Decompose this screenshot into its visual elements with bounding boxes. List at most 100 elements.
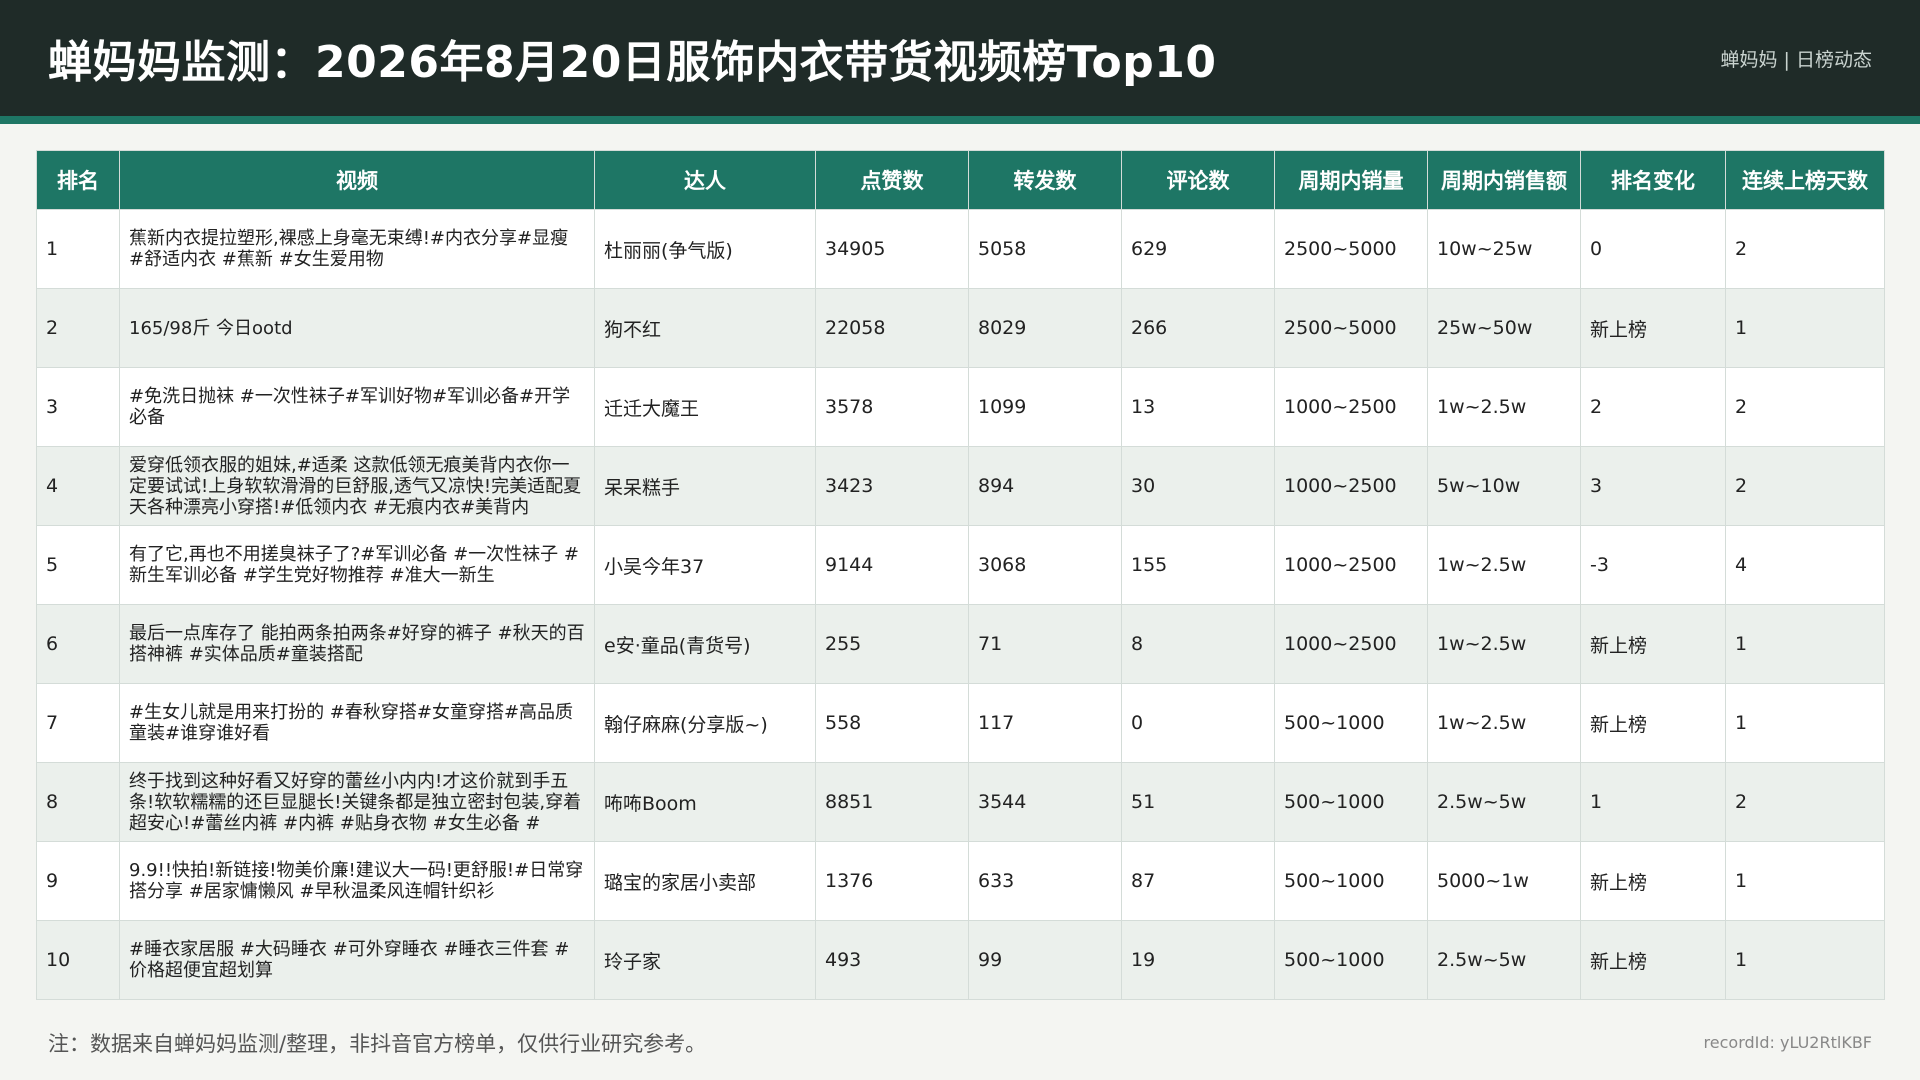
cell-creator-text: 迁迁大魔王 — [604, 397, 700, 420]
cell-shares-text: 99 — [978, 949, 1003, 971]
cell-shares: 3544 — [968, 762, 1122, 842]
ranking-table-container: 排名 视频 达人 点赞数 转发数 评论数 周期内销量 周期内销售额 排名变化 连… — [36, 150, 1885, 1000]
cell-creator-text: 咘咘Boom — [604, 792, 697, 815]
cell-sales: 1000~2500 — [1274, 446, 1428, 526]
cell-creator[interactable]: 呆呆糕手 — [594, 446, 816, 526]
cell-likes-text: 9144 — [825, 554, 874, 576]
col-header-comments[interactable]: 评论数 — [1121, 150, 1275, 210]
cell-video[interactable]: 有了它,再也不用搓臭袜子了?#军训必备 #一次性袜子 #新生军训必备 #学生党好… — [119, 525, 595, 605]
cell-rank-change: 1 — [1580, 762, 1726, 842]
cell-video[interactable]: 165/98斤 今日ootd — [119, 288, 595, 368]
cell-video[interactable]: #免洗日抛袜 #一次性袜子#军训好物#军训必备#开学必备 — [119, 367, 595, 447]
cell-likes-text: 22058 — [825, 317, 886, 339]
cell-creator[interactable]: 狗不红 — [594, 288, 816, 368]
cell-likes: 3423 — [815, 446, 969, 526]
table-row[interactable]: 10 #睡衣家居服 #大码睡衣 #可外穿睡衣 #睡衣三件套 #价格超便宜超划算 玲子… — [36, 920, 1885, 1000]
cell-video-text: 9.9!!快拍!新链接!物美价廉!建议大一码!更舒服!#日常穿搭分享 #居家慵懒… — [129, 860, 584, 902]
cell-likes-text: 558 — [825, 712, 862, 734]
cell-comments-text: 8 — [1131, 633, 1144, 655]
cell-creator-text: 小吴今年37 — [604, 555, 705, 578]
cell-rank: 1 — [36, 209, 120, 289]
cell-sales: 1000~2500 — [1274, 367, 1428, 447]
col-header-rank-change[interactable]: 排名变化 — [1580, 150, 1726, 210]
cell-shares-text: 117 — [978, 712, 1015, 734]
cell-creator[interactable]: 迁迁大魔王 — [594, 367, 816, 447]
cell-creator[interactable]: 玲子家 — [594, 920, 816, 1000]
cell-creator[interactable]: 翰仔麻麻(分享版~) — [594, 683, 816, 763]
cell-consecutive-days-text: 2 — [1735, 396, 1748, 418]
cell-video-text: #免洗日抛袜 #一次性袜子#军训好物#军训必备#开学必备 — [129, 386, 571, 428]
col-header-sales[interactable]: 周期内销量 — [1274, 150, 1428, 210]
cell-revenue-text: 1w~2.5w — [1437, 396, 1527, 418]
table-row[interactable]: 1 蕉新内衣提拉塑形,裸感上身毫无束缚!#内衣分享#显瘦 #舒适内衣 #蕉新 #女… — [36, 209, 1885, 289]
cell-comments: 0 — [1121, 683, 1275, 763]
cell-sales-text: 1000~2500 — [1284, 554, 1397, 576]
col-header-consecutive-days[interactable]: 连续上榜天数 — [1725, 150, 1885, 210]
cell-video-text: 爱穿低领衣服的姐妹,#适柔 这款低领无痕美背内衣你一定要试试!上身软软滑滑的巨舒… — [129, 454, 582, 518]
table-row[interactable]: 4 爱穿低领衣服的姐妹,#适柔 这款低领无痕美背内衣你一定要试试!上身软软滑滑的巨… — [36, 446, 1885, 526]
cell-video[interactable]: 最后一点库存了 能拍两条拍两条#好穿的裤子 #秋天的百搭神裤 #实体品质#童装搭… — [119, 604, 595, 684]
cell-comments: 87 — [1121, 841, 1275, 921]
cell-revenue-text: 1w~2.5w — [1437, 712, 1527, 734]
cell-consecutive-days: 1 — [1725, 288, 1885, 368]
table-row[interactable]: 6 最后一点库存了 能拍两条拍两条#好穿的裤子 #秋天的百搭神裤 #实体品质#童装… — [36, 604, 1885, 684]
cell-video[interactable]: #生女儿就是用来打扮的 #春秋穿搭#女童穿搭#高品质童装#谁穿谁好看 — [119, 683, 595, 763]
cell-revenue-text: 10w~25w — [1437, 238, 1533, 260]
table-row[interactable]: 3 #免洗日抛袜 #一次性袜子#军训好物#军训必备#开学必备 迁迁大魔王 3578 10… — [36, 367, 1885, 447]
col-header-video[interactable]: 视频 — [119, 150, 595, 210]
cell-revenue: 2.5w~5w — [1427, 762, 1581, 842]
cell-sales-text: 1000~2500 — [1284, 475, 1397, 497]
cell-revenue: 1w~2.5w — [1427, 683, 1581, 763]
cell-creator[interactable]: 璐宝的家居小卖部 — [594, 841, 816, 921]
cell-creator[interactable]: 杜丽丽(争气版) — [594, 209, 816, 289]
table-row[interactable]: 9 9.9!!快拍!新链接!物美价廉!建议大一码!更舒服!#日常穿搭分享 #居家慵… — [36, 841, 1885, 921]
cell-rank-text: 4 — [46, 475, 59, 497]
col-header-rank[interactable]: 排名 — [36, 150, 120, 210]
cell-creator[interactable]: e安·童品(青货号) — [594, 604, 816, 684]
cell-rank-text: 5 — [46, 554, 59, 576]
page-title: 蝉妈妈监测：2026年8月20日服饰内衣带货视频榜Top10 — [48, 37, 1217, 88]
cell-rank: 4 — [36, 446, 120, 526]
cell-video[interactable]: 蕉新内衣提拉塑形,裸感上身毫无束缚!#内衣分享#显瘦 #舒适内衣 #蕉新 #女生… — [119, 209, 595, 289]
cell-revenue: 25w~50w — [1427, 288, 1581, 368]
cell-revenue-text: 1w~2.5w — [1437, 554, 1527, 576]
cell-comments-text: 51 — [1131, 791, 1156, 813]
table-row[interactable]: 2 165/98斤 今日ootd 狗不红 22058 8029 266 2500~5000 2… — [36, 288, 1885, 368]
cell-sales-text: 1000~2500 — [1284, 633, 1397, 655]
cell-rank-change: 3 — [1580, 446, 1726, 526]
cell-shares-text: 894 — [978, 475, 1015, 497]
cell-sales: 500~1000 — [1274, 683, 1428, 763]
cell-creator[interactable]: 小吴今年37 — [594, 525, 816, 605]
cell-consecutive-days-text: 2 — [1735, 791, 1748, 813]
cell-creator[interactable]: 咘咘Boom — [594, 762, 816, 842]
cell-shares: 633 — [968, 841, 1122, 921]
cell-consecutive-days-text: 2 — [1735, 238, 1748, 260]
col-header-likes[interactable]: 点赞数 — [815, 150, 969, 210]
cell-revenue: 1w~2.5w — [1427, 525, 1581, 605]
cell-sales: 1000~2500 — [1274, 525, 1428, 605]
cell-comments-text: 19 — [1131, 949, 1156, 971]
cell-video[interactable]: 终于找到这种好看又好穿的蕾丝小内内!才这价就到手五条!软软糯糯的还巨显腿长!关键… — [119, 762, 595, 842]
cell-rank-text: 9 — [46, 870, 59, 892]
cell-sales-text: 2500~5000 — [1284, 238, 1397, 260]
col-header-revenue[interactable]: 周期内销售额 — [1427, 150, 1581, 210]
table-row[interactable]: 8 终于找到这种好看又好穿的蕾丝小内内!才这价就到手五条!软软糯糯的还巨显腿长!关… — [36, 762, 1885, 842]
cell-video[interactable]: #睡衣家居服 #大码睡衣 #可外穿睡衣 #睡衣三件套 #价格超便宜超划算 — [119, 920, 595, 1000]
cell-video[interactable]: 爱穿低领衣服的姐妹,#适柔 这款低领无痕美背内衣你一定要试试!上身软软滑滑的巨舒… — [119, 446, 595, 526]
cell-consecutive-days: 2 — [1725, 762, 1885, 842]
cell-consecutive-days: 2 — [1725, 446, 1885, 526]
cell-rank-text: 10 — [46, 949, 71, 971]
footer-note: 注：数据来自蝉妈妈监测/整理，非抖音官方榜单，仅供行业研究参考。 — [48, 1032, 707, 1056]
col-header-creator[interactable]: 达人 — [594, 150, 816, 210]
table-row[interactable]: 5 有了它,再也不用搓臭袜子了?#军训必备 #一次性袜子 #新生军训必备 #学生党… — [36, 525, 1885, 605]
table-row[interactable]: 7 #生女儿就是用来打扮的 #春秋穿搭#女童穿搭#高品质童装#谁穿谁好看 翰仔麻麻(… — [36, 683, 1885, 763]
cell-video-text: 165/98斤 今日ootd — [129, 317, 293, 339]
cell-shares-text: 71 — [978, 633, 1003, 655]
col-header-shares[interactable]: 转发数 — [968, 150, 1122, 210]
header-bar: 蝉妈妈监测：2026年8月20日服饰内衣带货视频榜Top10 蝉妈妈 | 日榜动… — [0, 0, 1920, 116]
cell-video[interactable]: 9.9!!快拍!新链接!物美价廉!建议大一码!更舒服!#日常穿搭分享 #居家慵懒… — [119, 841, 595, 921]
cell-rank-change: 新上榜 — [1580, 920, 1726, 1000]
cell-consecutive-days: 4 — [1725, 525, 1885, 605]
cell-consecutive-days-text: 1 — [1735, 633, 1748, 655]
cell-sales-text: 2500~5000 — [1284, 317, 1397, 339]
